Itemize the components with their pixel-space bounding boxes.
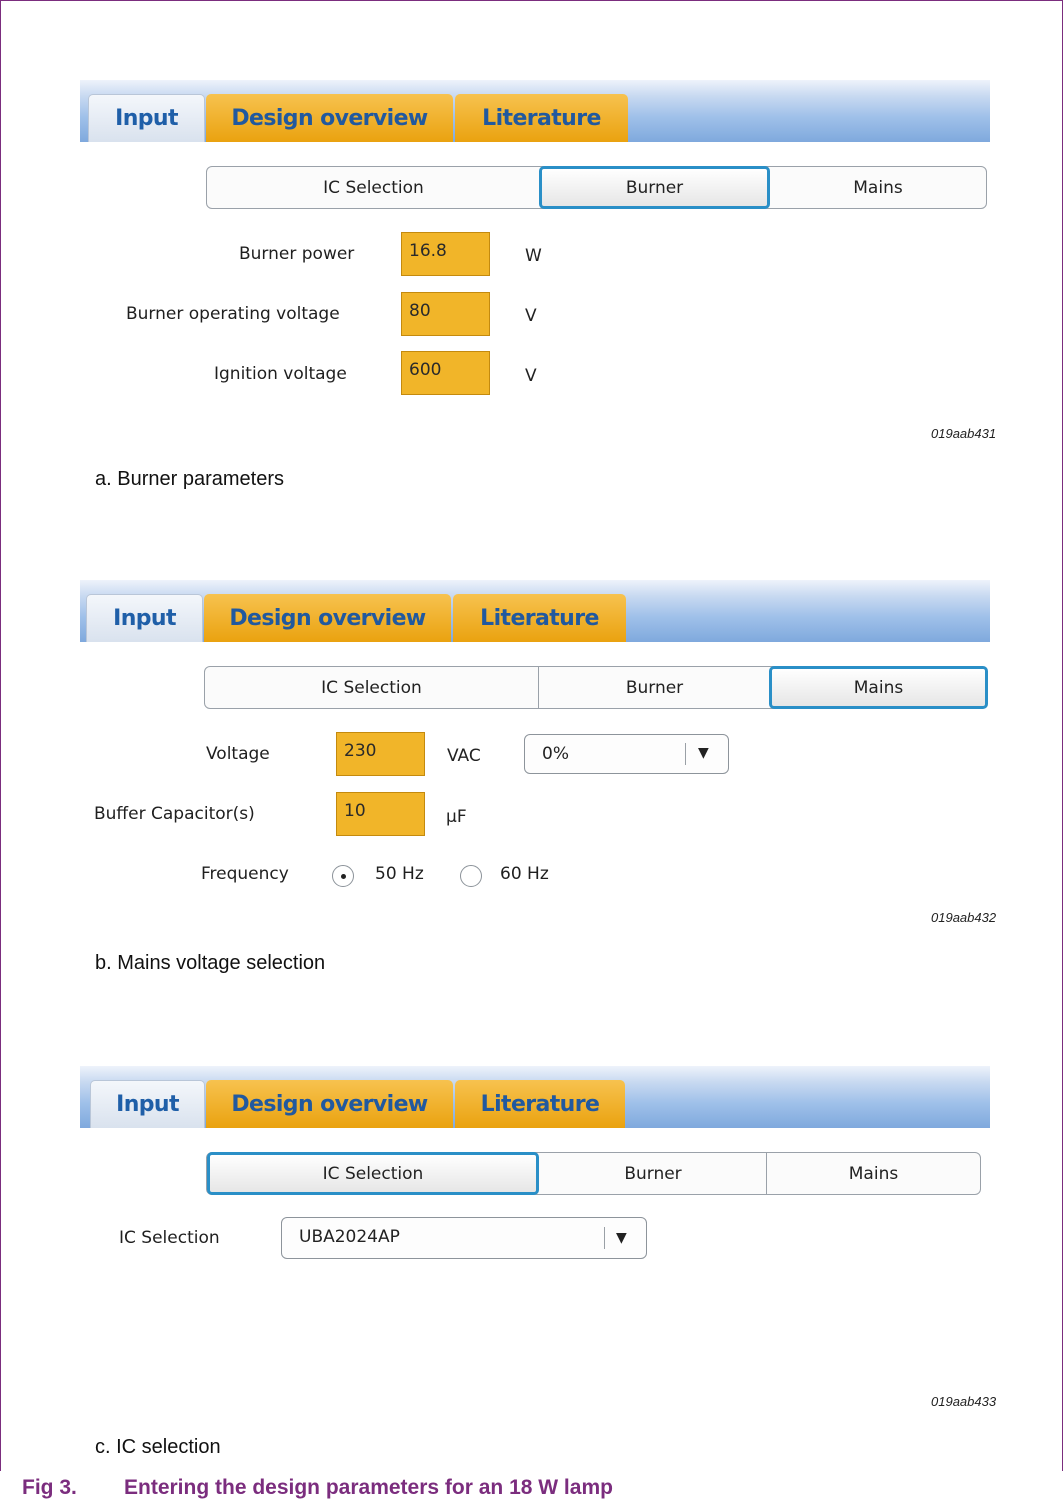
buffer-capacitor-unit: µF (446, 807, 467, 827)
segment-mains[interactable]: Mains (770, 167, 986, 208)
frequency-label: Frequency (201, 864, 289, 884)
ic-selection-dropdown[interactable]: UBA2024AP ▼ (281, 1217, 647, 1259)
segment-ic-selection[interactable]: IC Selection (205, 667, 538, 708)
burner-voltage-input[interactable]: 80 (401, 292, 490, 336)
tab-design-overview[interactable]: Design overview (204, 594, 451, 642)
caption-b: b. Mains voltage selection (95, 952, 326, 974)
segment-burner[interactable]: Burner (539, 166, 770, 209)
ic-selection-value: UBA2024AP (299, 1227, 400, 1247)
segment-mains[interactable]: Mains (766, 1153, 980, 1194)
segment-mains[interactable]: Mains (769, 666, 988, 709)
voltage-label: Voltage (206, 744, 270, 764)
caption-c: c. IC selection (95, 1436, 221, 1458)
ignition-voltage-input[interactable]: 600 (401, 351, 490, 395)
caption-a: a. Burner parameters (95, 468, 284, 490)
radio-50hz-label: 50 Hz (375, 864, 424, 884)
buffer-capacitor-label: Buffer Capacitor(s) (94, 804, 255, 824)
segment-burner[interactable]: Burner (539, 1153, 767, 1194)
voltage-input[interactable]: 230 (336, 732, 425, 776)
segmented-control: IC Selection Burner Mains (206, 1152, 981, 1195)
ignition-voltage-unit: V (525, 366, 537, 386)
burner-power-label: Burner power (239, 244, 355, 264)
radio-60hz-label: 60 Hz (500, 864, 549, 884)
tab-input[interactable]: Input (86, 594, 203, 642)
radio-selected-dot (341, 874, 346, 879)
buffer-capacitor-input[interactable]: 10 (336, 792, 425, 836)
tab-design-overview[interactable]: Design overview (206, 1080, 453, 1128)
radio-50hz[interactable] (332, 865, 354, 887)
tolerance-value: 0% (542, 744, 569, 764)
tab-literature[interactable]: Literature (455, 94, 628, 142)
ic-selection-label: IC Selection (119, 1228, 220, 1248)
dropdown-separator (604, 1227, 605, 1249)
tab-literature[interactable]: Literature (455, 1080, 625, 1128)
burner-voltage-label: Burner operating voltage (126, 304, 340, 324)
tab-input[interactable]: Input (90, 1080, 205, 1128)
figure-code: 019aab432 (931, 910, 997, 925)
burner-power-unit: W (525, 246, 542, 266)
chevron-down-icon: ▼ (698, 745, 709, 761)
segment-ic-selection[interactable]: IC Selection (207, 1152, 539, 1195)
tab-input[interactable]: Input (88, 94, 205, 142)
burner-voltage-unit: V (525, 306, 537, 326)
radio-60hz[interactable] (460, 865, 482, 887)
tab-literature[interactable]: Literature (453, 594, 626, 642)
figure-code: 019aab431 (931, 426, 997, 441)
voltage-unit: VAC (447, 746, 481, 766)
dropdown-separator (685, 743, 686, 765)
tolerance-dropdown[interactable]: 0% ▼ (524, 734, 729, 774)
segment-burner[interactable]: Burner (538, 667, 770, 708)
ignition-voltage-label: Ignition voltage (214, 364, 347, 384)
figure-code: 019aab433 (931, 1394, 997, 1409)
segmented-control: IC Selection Burner Mains (204, 666, 988, 709)
segmented-control: IC Selection Burner Mains (206, 166, 987, 209)
chevron-down-icon: ▼ (616, 1230, 627, 1246)
figure-title: Entering the design parameters for an 18… (124, 1476, 613, 1499)
burner-power-input[interactable]: 16.8 (401, 232, 490, 276)
tab-design-overview[interactable]: Design overview (206, 94, 453, 142)
segment-ic-selection[interactable]: IC Selection (207, 167, 540, 208)
figure-number: Fig 3. (22, 1476, 77, 1499)
